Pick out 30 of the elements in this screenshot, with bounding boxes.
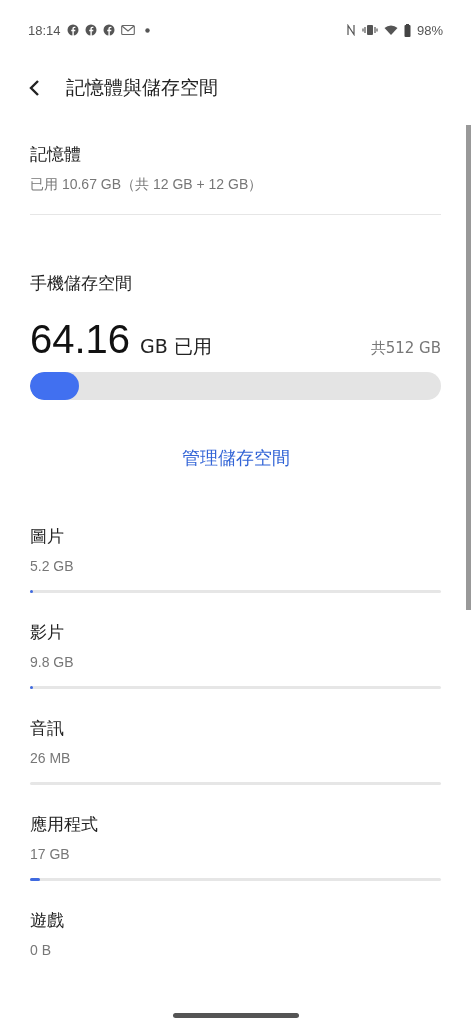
- storage-title: 手機儲存空間: [30, 272, 133, 295]
- category-name: 音訊: [30, 717, 65, 740]
- vibrate-icon: [361, 24, 378, 36]
- battery-percent: 98%: [416, 22, 443, 38]
- category-size: 26 MB: [30, 749, 72, 768]
- category-name: 圖片: [30, 525, 65, 548]
- category-name: 影片: [30, 621, 65, 644]
- memory-usage: 已用 10.67 GB（共 12 GB + 12 GB）: [30, 175, 264, 194]
- category-size: 0 B: [30, 941, 52, 960]
- nfc-icon: [345, 24, 356, 36]
- category-size: 5.2 GB: [30, 557, 75, 576]
- mail-icon: [120, 24, 135, 36]
- dot-icon: [144, 27, 150, 33]
- category-name: 遊戲: [30, 909, 65, 932]
- battery-icon: [403, 23, 411, 37]
- page-title: 記憶體與儲存空間: [66, 75, 218, 100]
- used-value: 64.16: [30, 317, 131, 361]
- facebook-icon: [66, 24, 79, 36]
- total-capacity: 共512 GB: [370, 339, 441, 358]
- category-name: 應用程式: [30, 813, 99, 836]
- home-handle[interactable]: [172, 1013, 299, 1018]
- facebook-icon: [84, 24, 97, 36]
- wifi-icon: [383, 24, 398, 36]
- status-time: 18:14: [28, 22, 61, 38]
- facebook-icon: [102, 24, 115, 36]
- category-size: 17 GB: [30, 845, 71, 864]
- category-size: 9.8 GB: [30, 653, 75, 672]
- used-unit: GB 已用: [140, 335, 212, 357]
- memory-title: 記憶體: [30, 143, 82, 166]
- manage-storage-link[interactable]: 管理儲存空間: [181, 446, 290, 476]
